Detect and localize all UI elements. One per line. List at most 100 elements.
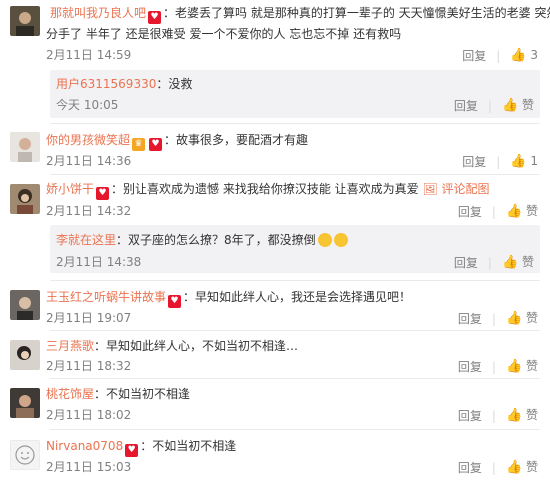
like-label: 赞: [525, 204, 538, 218]
comment-image-label: 评论配图: [441, 182, 490, 196]
reply-button[interactable]: 回复: [458, 204, 482, 220]
comment-time: 2月11日 15:03: [46, 460, 132, 474]
like-button[interactable]: 👍 3: [510, 47, 538, 64]
reply-username[interactable]: 李就在这里: [56, 233, 116, 247]
comment-item: 你的男孩微笑超 ♛ ♥ ：故事很多，要配酒才有趣 2月11日 14:36 回复 | 👍…: [0, 126, 550, 176]
comment-time: 2月11日 14:59: [46, 48, 132, 62]
comment-item: 三月燕歌：早知如此绊人心，不如当初不相逢… 2月11日 18:32 回复 | 👍…: [0, 334, 550, 380]
sub-reply: 李就在这里：双子座的怎么撩？8年了，都没撩倒 2月11日 14:38 回复 | …: [50, 225, 540, 273]
vip-badge-icon: ♥: [96, 187, 110, 200]
comment-text: ：不如当初不相逢: [94, 387, 191, 401]
vip-badge-icon: ♥: [149, 138, 163, 151]
comment-text: ：故事很多，要配酒才有趣: [164, 133, 309, 147]
like-label: 赞: [525, 359, 538, 373]
comment-item: Nirvana0708 ♥ ：不如当初不相逢 2月11日 15:03 回复 | 👍 …: [0, 432, 550, 481]
comment-image-link[interactable]: 🖼 评论配图: [422, 182, 489, 196]
thumbs-up-icon: 👍: [505, 460, 523, 475]
avatar[interactable]: [10, 6, 40, 36]
thumbs-up-icon: 👍: [505, 204, 523, 219]
like-button[interactable]: 👍 赞: [506, 459, 538, 476]
reply-button[interactable]: 回复: [462, 48, 486, 64]
avatar[interactable]: [10, 290, 40, 320]
comment-username[interactable]: 王玉红之听蜗牛讲故事: [46, 290, 166, 304]
crown-badge-icon: ♛: [132, 138, 146, 151]
divider: [50, 123, 540, 124]
comment-item: 娇小饼干 ♥ ：别让喜欢成为遗憾 来找我给你撩汉技能 让喜欢成为真爱 🖼 评论配图 …: [0, 178, 550, 278]
vip-badge-icon: ♥: [168, 295, 182, 308]
avatar[interactable]: [10, 440, 40, 470]
separator: |: [491, 359, 496, 374]
comment-time: 2月11日 14:36: [46, 154, 132, 168]
reply-button[interactable]: 回复: [462, 154, 486, 170]
avatar[interactable]: [10, 388, 40, 418]
divider: [50, 174, 540, 175]
comment-text: ：早知如此绊人心，我还是会选择遇见吧！: [183, 290, 412, 304]
thumbs-up-icon: 👍: [505, 408, 523, 423]
like-label: 赞: [525, 460, 538, 474]
like-button[interactable]: 👍 赞: [506, 358, 538, 375]
like-button[interactable]: 👍 赞: [506, 310, 538, 327]
divider: [50, 429, 540, 430]
separator: |: [487, 255, 492, 270]
like-count: 3: [530, 48, 538, 62]
like-button[interactable]: 👍 赞: [502, 254, 534, 271]
like-button[interactable]: 👍 1: [510, 153, 538, 170]
divider: [50, 378, 540, 379]
thumbs-up-icon: 👍: [510, 48, 527, 63]
comment-time: 2月11日 18:02: [46, 408, 132, 422]
reply-username[interactable]: 用户6311569330: [56, 77, 156, 91]
comment-username[interactable]: 桃花饰屋: [46, 387, 94, 401]
thumbs-up-icon: 👍: [501, 98, 519, 113]
separator: |: [491, 204, 496, 219]
reply-time: 2月11日 14:38: [56, 255, 142, 269]
avatar[interactable]: [10, 340, 40, 370]
reply-button[interactable]: 回复: [458, 311, 482, 327]
sub-reply: 用户6311569330：没救 今天 10:05 回复 | 👍 赞: [50, 70, 540, 118]
like-button[interactable]: 👍 赞: [502, 97, 534, 114]
comment-text-cont: 分手了 半年了 还是很难受 爱一个不爱你的人 忘也忘不掉 还有救吗: [46, 27, 402, 41]
divider: [50, 330, 540, 331]
vip-badge-icon: ♥: [148, 11, 162, 24]
comment-username[interactable]: 你的男孩微笑超: [46, 133, 130, 147]
reply-button[interactable]: 回复: [458, 359, 482, 375]
comment-username[interactable]: 那就叫我乃良人吧: [50, 6, 146, 20]
separator: |: [491, 408, 496, 423]
reply-button[interactable]: 回复: [454, 255, 478, 271]
like-label: 赞: [521, 98, 534, 112]
comment-time: 2月11日 14:32: [46, 204, 132, 218]
comment-username[interactable]: 三月燕歌: [46, 339, 94, 353]
thumbs-up-icon: 👍: [510, 154, 527, 169]
like-label: 赞: [525, 408, 538, 422]
reply-button[interactable]: 回复: [458, 408, 482, 424]
divider: [50, 280, 540, 281]
comment-item: 那就叫我乃良人吧 ♥ ：老婆丢了算吗 就是那种真的打算一辈子的 天天憧憬美好生活的老…: [0, 0, 550, 120]
reply-button[interactable]: 回复: [458, 460, 482, 476]
separator: |: [491, 460, 496, 475]
thumbs-up-icon: 👍: [501, 255, 519, 270]
like-button[interactable]: 👍 赞: [506, 203, 538, 220]
like-label: 赞: [521, 255, 534, 269]
comment-username[interactable]: 娇小饼干: [46, 182, 94, 196]
comment-item: 桃花饰屋：不如当初不相逢 2月11日 18:02 回复 | 👍 赞: [0, 382, 550, 428]
vip-badge-icon: ♥: [125, 444, 139, 457]
reply-time: 今天 10:05: [56, 98, 119, 112]
like-button[interactable]: 👍 赞: [506, 407, 538, 424]
crying-emoji-icon: [333, 233, 348, 247]
comment-username[interactable]: Nirvana0708: [46, 439, 123, 453]
comment-text: ：老婆丢了算吗 就是那种真的打算一辈子的 天天憧憬美好生活的老婆 突然: [163, 6, 550, 20]
sad-emoji-icon: [317, 233, 332, 247]
comment-text: ：别让喜欢成为遗憾 来找我给你撩汉技能 让喜欢成为真爱: [111, 182, 419, 196]
comment-time: 2月11日 19:07: [46, 311, 132, 325]
separator: |: [491, 311, 496, 326]
avatar[interactable]: [10, 184, 40, 214]
comment-text: ：不如当初不相逢: [140, 439, 237, 453]
separator: |: [496, 48, 501, 63]
comment-item: 王玉红之听蜗牛讲故事 ♥ ：早知如此绊人心，我还是会选择遇见吧！ 2月11日 19:…: [0, 284, 550, 332]
like-count: 1: [530, 154, 538, 168]
thumbs-up-icon: 👍: [505, 359, 523, 374]
separator: |: [487, 98, 492, 113]
thumbs-up-icon: 👍: [505, 311, 523, 326]
avatar[interactable]: [10, 132, 40, 162]
reply-button[interactable]: 回复: [454, 98, 478, 114]
like-label: 赞: [525, 311, 538, 325]
